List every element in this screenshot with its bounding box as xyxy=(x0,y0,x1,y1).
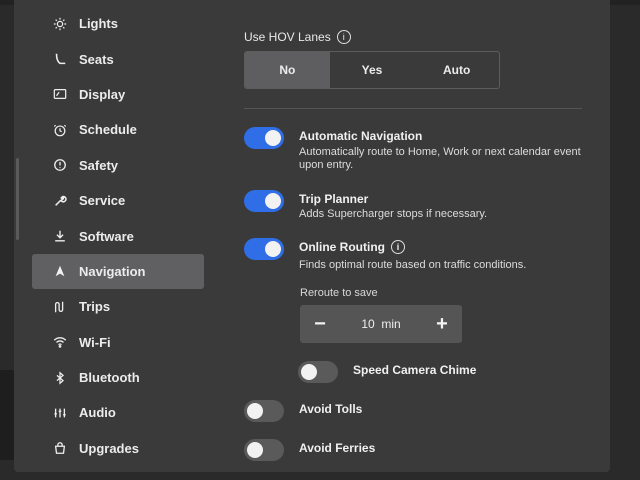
hov-option-yes[interactable]: Yes xyxy=(330,52,415,88)
reroute-value: 10 min xyxy=(361,317,401,331)
sidebar-item-label: Seats xyxy=(79,51,114,67)
sidebar-item-navigation[interactable]: Navigation xyxy=(32,253,204,290)
sidebar-item-wifi[interactable]: Wi-Fi xyxy=(32,325,204,360)
trip-planner-toggle[interactable] xyxy=(244,190,284,212)
wrench-icon xyxy=(52,193,68,209)
reroute-stepper: − 10 min + xyxy=(300,305,462,343)
sidebar-item-label: Software xyxy=(79,228,134,244)
sun-icon xyxy=(52,16,68,32)
sidebar-item-software[interactable]: Software xyxy=(32,218,204,253)
hov-lanes-segmented-control: No Yes Auto xyxy=(244,51,500,89)
avoid-ferries-toggle[interactable] xyxy=(244,439,284,461)
toggle-knob xyxy=(247,442,263,458)
speed-camera-chime-title: Speed Camera Chime xyxy=(353,363,477,377)
automatic-navigation-title: Automatic Navigation xyxy=(299,129,423,143)
automatic-navigation-description: Automatically route to Home, Work or nex… xyxy=(299,146,581,171)
avoid-tolls-title: Avoid Tolls xyxy=(299,402,363,416)
sidebar-item-label: Upgrades xyxy=(79,440,139,456)
sidebar-item-safety[interactable]: Safety xyxy=(32,148,204,183)
sidebar-item-label: Wi-Fi xyxy=(79,334,111,350)
bluetooth-icon xyxy=(52,370,68,386)
sidebar-item-label: Bluetooth xyxy=(79,370,140,386)
increase-button[interactable]: + xyxy=(434,314,450,334)
reroute-label: Reroute to save xyxy=(300,287,378,299)
online-routing-description: Finds optimal route based on traffic con… xyxy=(299,259,527,271)
equalizer-icon xyxy=(52,405,68,421)
info-icon[interactable]: i xyxy=(391,240,405,254)
sidebar-item-label: Navigation xyxy=(79,263,146,279)
navigation-settings-panel: Use HOV Lanes i No Yes Auto Automatic Na… xyxy=(230,0,640,480)
toggle-knob xyxy=(265,130,281,146)
toggle-knob xyxy=(265,193,281,209)
avoid-ferries-title: Avoid Ferries xyxy=(299,441,376,455)
online-routing-toggle[interactable] xyxy=(244,238,284,260)
sidebar-item-service[interactable]: Service xyxy=(32,183,204,218)
sidebar-item-bluetooth[interactable]: Bluetooth xyxy=(32,360,204,395)
speed-camera-chime-toggle[interactable] xyxy=(298,361,338,383)
hov-lanes-label: Use HOV Lanes i xyxy=(244,30,351,44)
online-routing-title-text: Online Routing xyxy=(299,240,385,254)
sidebar-item-trips[interactable]: Trips xyxy=(32,289,204,324)
sidebar-scrollbar[interactable] xyxy=(16,158,19,240)
sidebar-item-label: Safety xyxy=(79,157,119,173)
sidebar-item-seats[interactable]: Seats xyxy=(32,41,204,76)
trip-planner-description: Adds Supercharger stops if necessary. xyxy=(299,208,488,220)
trips-icon xyxy=(52,299,68,315)
display-icon xyxy=(52,86,68,102)
trip-planner-title: Trip Planner xyxy=(299,192,369,206)
alert-circle-icon xyxy=(52,157,68,173)
download-icon xyxy=(52,228,68,244)
sidebar-item-label: Lights xyxy=(79,16,118,32)
sidebar-item-label: Trips xyxy=(79,299,111,315)
settings-sidebar: Lights Seats Display Schedule Safety Ser… xyxy=(32,6,204,466)
navigation-arrow-icon xyxy=(52,263,68,279)
sidebar-item-lights[interactable]: Lights xyxy=(32,6,204,41)
sidebar-item-schedule[interactable]: Schedule xyxy=(32,112,204,147)
sidebar-item-label: Schedule xyxy=(79,122,137,138)
sidebar-item-display[interactable]: Display xyxy=(32,77,204,112)
decrease-button[interactable]: − xyxy=(312,314,328,334)
avoid-tolls-toggle[interactable] xyxy=(244,400,284,422)
sidebar-item-label: Service xyxy=(79,193,126,209)
info-icon[interactable]: i xyxy=(336,30,351,44)
sidebar-item-label: Display xyxy=(79,86,126,102)
sidebar-item-label: Audio xyxy=(79,405,116,421)
bag-icon xyxy=(52,440,68,456)
sidebar-item-upgrades[interactable]: Upgrades xyxy=(32,431,204,466)
hov-lanes-text: Use HOV Lanes xyxy=(244,30,331,44)
hov-option-auto[interactable]: Auto xyxy=(414,52,499,88)
hov-option-no[interactable]: No xyxy=(245,52,330,88)
toggle-knob xyxy=(265,241,281,257)
clock-icon xyxy=(52,122,68,138)
sidebar-item-audio[interactable]: Audio xyxy=(32,395,204,430)
seat-icon xyxy=(52,51,68,67)
automatic-navigation-toggle[interactable] xyxy=(244,127,284,149)
section-divider xyxy=(244,108,582,109)
toggle-knob xyxy=(301,364,317,380)
toggle-knob xyxy=(247,403,263,419)
online-routing-title: Online Routing i xyxy=(299,240,405,254)
wifi-icon xyxy=(52,334,68,350)
